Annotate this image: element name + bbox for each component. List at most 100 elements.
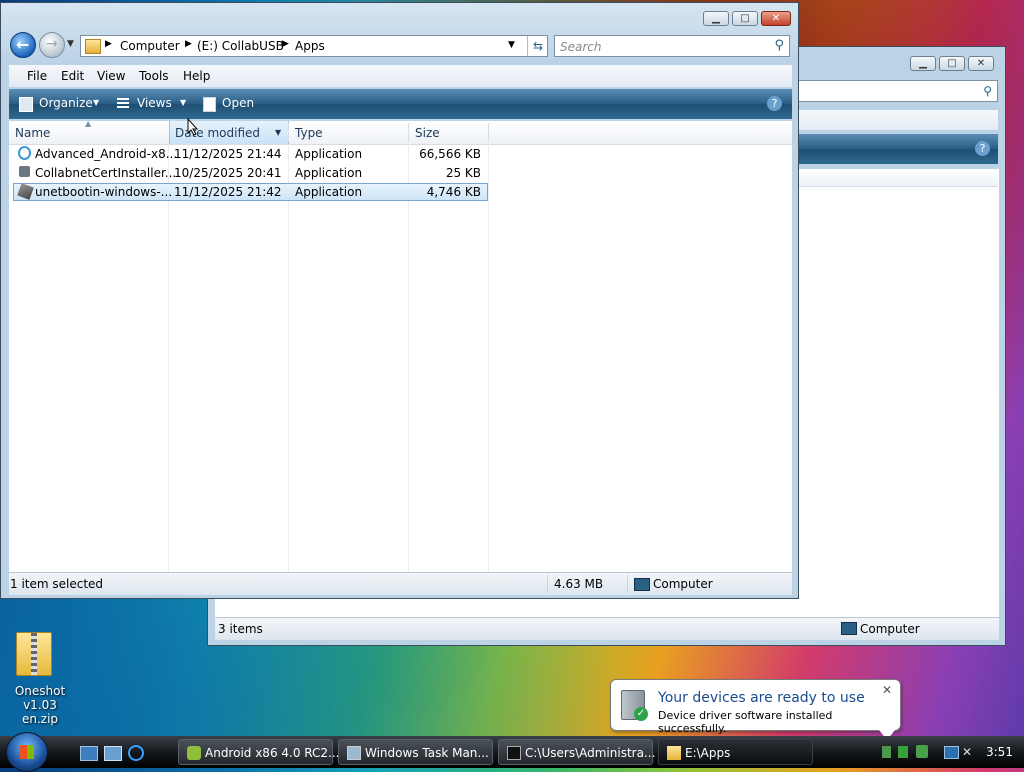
- column-filter-dropdown-icon[interactable]: ▼: [275, 128, 281, 137]
- forward-button[interactable]: →: [39, 32, 65, 58]
- breadcrumb-apps[interactable]: Apps: [295, 39, 325, 53]
- back-button[interactable]: ←: [10, 32, 36, 58]
- back-window-menubar: [798, 110, 998, 130]
- file-size: 4,746 KB: [426, 185, 481, 199]
- column-type[interactable]: Type: [295, 126, 323, 140]
- taskbar-item-task-manager[interactable]: Windows Task Man...: [338, 739, 493, 765]
- network-icon[interactable]: [944, 746, 959, 759]
- back-arrow-icon: ←: [16, 35, 30, 54]
- back-window-minimize-button[interactable]: ▁: [910, 56, 936, 71]
- breadcrumb-computer[interactable]: Computer: [120, 39, 180, 53]
- back-window-close-button[interactable]: ✕: [968, 56, 994, 71]
- open-icon: [203, 97, 216, 112]
- help-icon[interactable]: ?: [975, 141, 990, 156]
- file-row[interactable]: Advanced_Android-x8... 11/12/2025 21:44 …: [13, 145, 488, 163]
- show-desktop-icon[interactable]: [80, 746, 98, 761]
- security-icon[interactable]: [916, 745, 928, 758]
- computer-icon: [634, 578, 650, 591]
- file-name: Advanced_Android-x8...: [35, 147, 178, 161]
- switch-windows-icon[interactable]: [104, 746, 122, 761]
- search-icon: ⚲: [983, 84, 992, 98]
- file-type: Application: [295, 166, 363, 180]
- breadcrumb-drive[interactable]: (E:) CollabUSB: [197, 39, 284, 53]
- taskbar-item-explorer[interactable]: E:\Apps: [658, 739, 813, 765]
- statusbar: 1 item selected 4.63 MB Computer: [9, 572, 792, 595]
- system-tray: ✕: [878, 740, 982, 764]
- maximize-button[interactable]: □: [732, 11, 758, 26]
- computer-icon: [841, 622, 857, 635]
- menu-tools[interactable]: Tools: [139, 69, 169, 83]
- start-button[interactable]: [6, 732, 48, 772]
- search-box[interactable]: Search ⚲: [554, 35, 790, 57]
- windows-logo-icon: [20, 745, 34, 759]
- refresh-icon[interactable]: ⇆: [527, 36, 548, 56]
- views-dropdown-icon[interactable]: ▼: [180, 98, 186, 107]
- column-size[interactable]: Size: [415, 126, 440, 140]
- menu-file[interactable]: File: [27, 69, 47, 83]
- zip-folder-icon: [16, 632, 52, 676]
- help-icon[interactable]: ?: [767, 96, 782, 111]
- views-button[interactable]: Views: [137, 96, 172, 110]
- location-label: Computer: [653, 577, 713, 591]
- menu-edit[interactable]: Edit: [61, 69, 84, 83]
- menu-view[interactable]: View: [97, 69, 125, 83]
- file-name: CollabnetCertInstaller....: [35, 166, 181, 180]
- menu-help[interactable]: Help: [183, 69, 210, 83]
- safely-remove-icon[interactable]: [898, 746, 908, 758]
- task-manager-icon: [347, 746, 361, 760]
- clock[interactable]: 3:51: [986, 745, 1013, 759]
- open-button[interactable]: Open: [222, 96, 254, 110]
- file-type: Application: [295, 185, 363, 199]
- explorer-window[interactable]: ▁ □ ✕ ← → ▼ ▶ Computer ▶ (E:) CollabUSB …: [0, 2, 799, 599]
- device-tray-icon[interactable]: [882, 746, 891, 758]
- folder-icon: [85, 39, 101, 54]
- sort-indicator-icon: ▲: [85, 119, 92, 128]
- organize-icon: [19, 97, 33, 112]
- address-bar[interactable]: ▶ Computer ▶ (E:) CollabUSB ▶ Apps ▼ ⇆: [80, 35, 548, 57]
- selection-size: 4.63 MB: [554, 577, 604, 591]
- notification-balloon[interactable]: ✓ Your devices are ready to use Device d…: [610, 679, 901, 740]
- menubar: File Edit View Tools Help: [9, 65, 792, 87]
- checkmark-icon: ✓: [634, 707, 648, 721]
- column-header: Name ▲ Date modified ▼ Type Size: [9, 119, 792, 145]
- balloon-close-icon[interactable]: ✕: [882, 683, 892, 697]
- cmd-icon: [507, 746, 521, 760]
- internet-explorer-icon[interactable]: [128, 745, 144, 761]
- file-size: 66,566 KB: [419, 147, 481, 161]
- desktop-icon-label: Oneshot v1.03 en.zip: [14, 684, 66, 726]
- android-icon: [187, 746, 201, 760]
- selection-status: 1 item selected: [10, 577, 104, 591]
- volume-muted-icon[interactable]: ✕: [962, 745, 972, 759]
- taskbar-item-command-prompt[interactable]: C:\Users\Administra...: [498, 739, 655, 765]
- organize-dropdown-icon[interactable]: ▼: [93, 98, 99, 107]
- back-window-statusbar: 3 items Computer: [215, 617, 999, 640]
- command-toolbar: Organize ▼ Views ▼ Open ?: [9, 89, 792, 119]
- file-name: unetbootin-windows-...: [35, 185, 173, 199]
- address-dropdown-icon[interactable]: ▼: [508, 40, 515, 50]
- views-icon: [117, 98, 129, 109]
- organize-button[interactable]: Organize: [39, 96, 93, 110]
- back-window-search[interactable]: ⚲: [788, 80, 998, 102]
- search-icon[interactable]: ⚲: [774, 38, 784, 53]
- back-window-maximize-button[interactable]: □: [939, 56, 965, 71]
- column-name[interactable]: Name: [15, 126, 50, 140]
- location-label: Computer: [860, 622, 920, 636]
- file-row[interactable]: CollabnetCertInstaller.... 10/25/2025 20…: [13, 164, 488, 182]
- device-driver-icon: ✓: [621, 690, 648, 721]
- file-row-selected[interactable]: unetbootin-windows-... 11/12/2025 21:42 …: [13, 183, 488, 201]
- mouse-cursor-icon: [187, 118, 199, 136]
- file-date: 11/12/2025 21:42: [174, 185, 282, 199]
- close-button[interactable]: ✕: [761, 11, 791, 26]
- item-count: 3 items: [218, 622, 263, 636]
- file-date: 10/25/2025 20:41: [174, 166, 282, 180]
- forward-arrow-icon: →: [46, 36, 58, 52]
- desktop-icon-oneshot[interactable]: Oneshot v1.03 en.zip: [10, 632, 70, 726]
- taskbar-item-android[interactable]: Android x86 4.0 RC2...: [178, 739, 340, 765]
- folder-icon: [667, 746, 681, 760]
- balloon-message: Device driver software installed success…: [658, 709, 833, 735]
- unetbootin-icon: [17, 183, 34, 200]
- balloon-title: Your devices are ready to use: [658, 690, 865, 706]
- taskbar: Android x86 4.0 RC2... Windows Task Man.…: [0, 732, 1024, 772]
- recent-pages-dropdown-icon[interactable]: ▼: [67, 39, 74, 49]
- minimize-button[interactable]: ▁: [703, 11, 729, 26]
